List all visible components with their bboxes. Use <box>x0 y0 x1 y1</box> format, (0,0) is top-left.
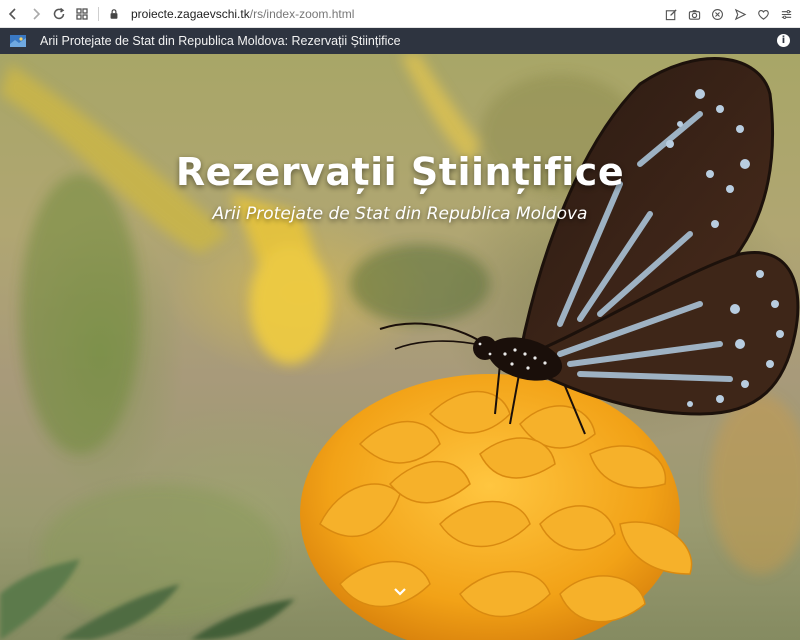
url-path: /rs/index-zoom.html <box>249 6 355 21</box>
back-icon <box>8 7 16 20</box>
screenshot-button[interactable] <box>684 4 704 24</box>
reload-icon <box>53 7 65 19</box>
edit-icon <box>665 8 677 20</box>
heart-icon <box>757 9 769 20</box>
scroll-down-button[interactable] <box>390 584 410 600</box>
info-icon[interactable]: i <box>777 34 790 47</box>
block-icon <box>711 8 723 20</box>
forward-button[interactable] <box>26 4 46 24</box>
site-header: Arii Protejate de Stat din Republica Mol… <box>0 28 800 54</box>
send-button[interactable] <box>730 4 750 24</box>
favorite-button[interactable] <box>753 4 773 24</box>
edit-button[interactable] <box>661 4 681 24</box>
hero-title: Rezervații Științifice <box>175 150 625 194</box>
site-logo-icon[interactable] <box>10 35 26 47</box>
send-icon <box>734 8 746 20</box>
camera-icon <box>688 9 700 20</box>
toolbar-actions <box>661 4 796 24</box>
hero-photo <box>0 54 800 640</box>
forward-icon <box>33 7 41 20</box>
site-header-title: Arii Protejate de Stat din Republica Mol… <box>40 34 401 48</box>
toolbar-divider <box>98 6 99 21</box>
hero-section: Rezervații Științifice Arii Protejate de… <box>0 54 800 640</box>
url-host: proiecte.zagaevschi.tk <box>131 6 250 21</box>
address-bar[interactable]: proiecte.zagaevschi.tk/rs/index-zoom.htm… <box>131 7 354 21</box>
hero-subtitle: Arii Protejate de Stat din Republica Mol… <box>212 204 588 224</box>
menu-button[interactable] <box>776 4 796 24</box>
tabs-grid-icon <box>76 7 88 20</box>
lock-icon[interactable] <box>107 7 121 21</box>
block-button[interactable] <box>707 4 727 24</box>
menu-icon <box>781 9 791 19</box>
reload-button[interactable] <box>49 4 69 24</box>
tabs-grid-button[interactable] <box>72 4 92 24</box>
back-button[interactable] <box>3 4 23 24</box>
chevron-down-icon <box>394 588 406 596</box>
browser-toolbar: proiecte.zagaevschi.tk/rs/index-zoom.htm… <box>0 0 800 28</box>
